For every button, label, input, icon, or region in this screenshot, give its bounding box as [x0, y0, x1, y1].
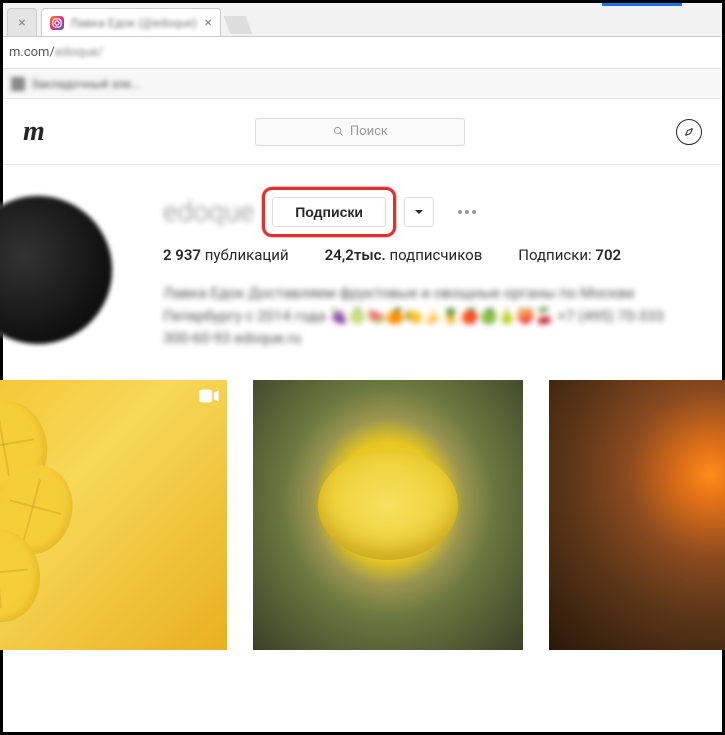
posts-count: 2 937 [163, 246, 201, 264]
tab-active[interactable]: Лавка Едок (@edoque) × [41, 8, 221, 36]
follow-button-highlight-wrap: Подписки [272, 197, 386, 227]
stat-followers[interactable]: 24,2тыс. подписчиков [325, 246, 483, 264]
close-icon[interactable]: × [18, 15, 25, 31]
search-icon [333, 126, 344, 137]
food-shape [318, 450, 458, 560]
bookmarks-bar: Закладочный эле... [3, 69, 722, 99]
username: edoque [163, 195, 254, 228]
bio-line-3: 300-60-93 edoque.ru [163, 327, 702, 350]
avatar-container [0, 195, 93, 350]
follow-button[interactable]: Подписки [272, 197, 386, 227]
profile-section: edoque Подписки 2 937 публикаций 24,2тыс… [3, 165, 722, 380]
post-thumbnail[interactable] [253, 380, 523, 650]
window-active-indicator [602, 3, 682, 6]
more-options-button[interactable] [452, 204, 482, 220]
search-input[interactable]: Поиск [255, 118, 465, 146]
instagram-favicon-icon [50, 16, 64, 30]
stats-row: 2 937 публикаций 24,2тыс. подписчиков По… [163, 246, 702, 264]
bookmark-favicon-icon [11, 77, 25, 91]
address-bar[interactable]: m.com/edoque/ [3, 37, 722, 69]
video-badge-icon [199, 388, 219, 404]
post-thumbnail[interactable] [549, 380, 725, 650]
stat-posts[interactable]: 2 937 публикаций [163, 246, 289, 264]
bio-text: Лавка Едок Доставляем фруктовые и овощны… [163, 282, 702, 350]
new-tab-button[interactable] [224, 16, 253, 34]
avatar[interactable] [0, 195, 113, 345]
follow-dropdown-button[interactable] [404, 197, 434, 227]
compass-needle-icon [682, 124, 696, 138]
followers-label: подписчиков [389, 246, 482, 264]
url-visible-fragment: m.com/ [9, 45, 55, 60]
posts-grid [3, 380, 722, 650]
tab-title: Лавка Едок (@edoque) [70, 16, 199, 30]
tab-inactive[interactable]: × [7, 8, 37, 36]
bio-line-1: Лавка Едок Доставляем фруктовые и овощны… [163, 282, 702, 305]
bio-line-2: Петербургу с 2014 года 🍇🍈🍉🍊🍋🍌🍍🍎🍏🍐🍑🍒 +7 (… [163, 305, 702, 328]
bookmark-label: Закладочный эле... [31, 77, 141, 91]
following-count: 702 [595, 246, 621, 264]
explore-icon[interactable] [676, 119, 702, 145]
url-blurred-fragment: edoque/ [55, 45, 103, 60]
following-label: Подписки: [518, 246, 591, 264]
close-icon[interactable]: × [205, 15, 212, 31]
profile-info: edoque Подписки 2 937 публикаций 24,2тыс… [163, 195, 702, 350]
search-placeholder: Поиск [350, 124, 388, 139]
posts-label: публикаций [205, 246, 289, 264]
post-thumbnail[interactable] [0, 380, 227, 650]
browser-tab-strip: × Лавка Едок (@edoque) × [3, 3, 722, 37]
instagram-header: m Поиск [3, 99, 722, 165]
followers-count: 24,2тыс. [325, 246, 386, 264]
stat-following[interactable]: Подписки: 702 [518, 246, 621, 264]
bookmark-item[interactable]: Закладочный эле... [11, 77, 141, 91]
instagram-logo[interactable]: m [23, 116, 45, 148]
profile-header-row: edoque Подписки [163, 195, 702, 228]
